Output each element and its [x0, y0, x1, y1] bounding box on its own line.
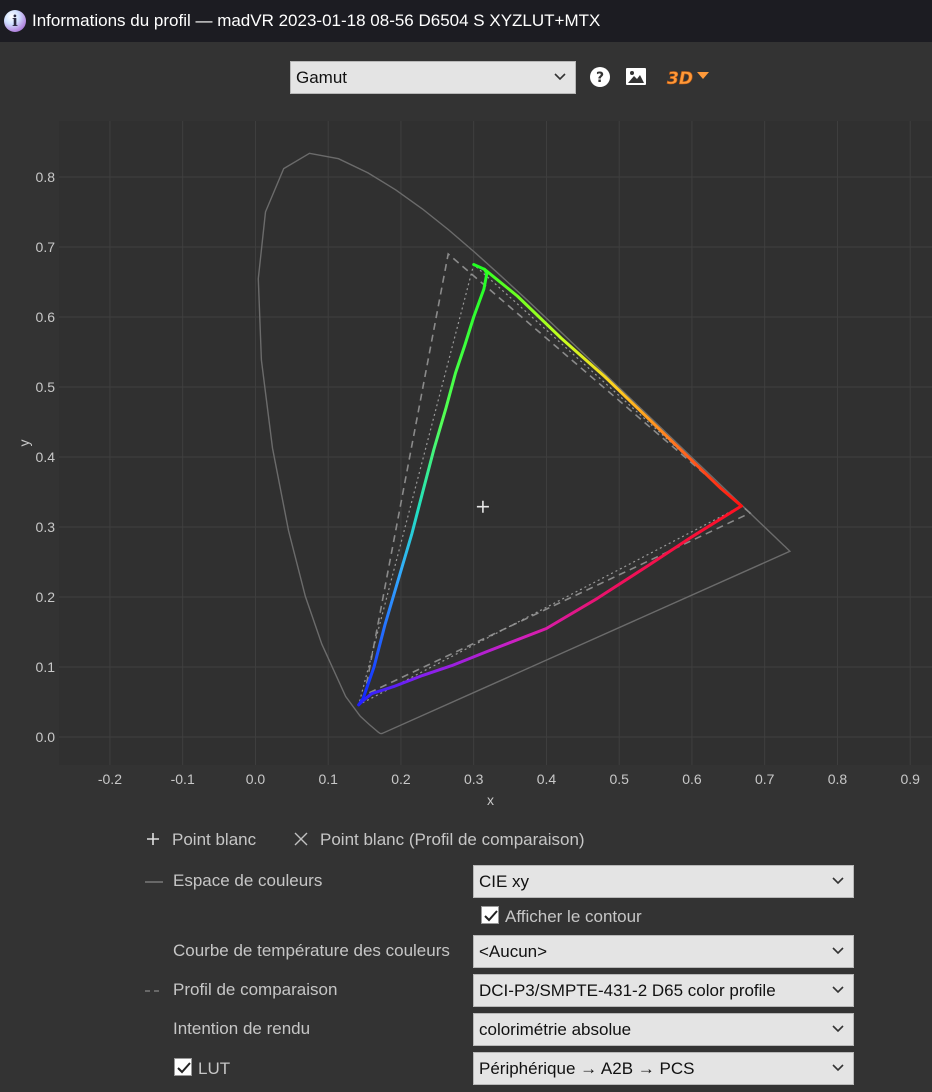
view-select-value: Gamut	[296, 67, 348, 87]
comparison-profile-select[interactable]: DCI-P3/SMPTE-431-2 D65 color profile	[473, 974, 854, 1007]
title-bar: i Informations du profil — madVR 2023-01…	[0, 0, 932, 42]
3d-view-button[interactable]: 3D	[665, 64, 715, 90]
color-space-value: CIE xy	[479, 871, 530, 891]
temperature-curve-value: <Aucun>	[479, 941, 548, 961]
plot-area	[59, 121, 932, 765]
x-axis-label: x	[487, 792, 494, 808]
dashed-line-icon	[145, 990, 163, 992]
color-space-label: Espace de couleurs	[173, 871, 323, 890]
lut-label: LUT	[198, 1059, 231, 1078]
cross-icon	[294, 832, 308, 846]
3d-icon: 3D	[667, 69, 709, 89]
y-tick-label: 0.8	[36, 169, 56, 185]
x-tick-label: -0.2	[98, 771, 122, 787]
y-axis-label: y	[16, 440, 32, 447]
plus-icon	[147, 833, 159, 845]
comparison-profile-value: DCI-P3/SMPTE-431-2 D65 color profile	[479, 980, 776, 1000]
y-tick-label: 0.5	[36, 379, 56, 395]
gamut-chart: -0.2 -0.1 0.0 0.1 0.2 0.3 0.4 0.5 0.6 0.7 0.8 0.9 0.…	[16, 121, 932, 808]
legend-white-point: Point blanc	[146, 830, 256, 850]
comparison-profile-label: Profil de comparaison	[173, 980, 338, 999]
solid-line-icon	[145, 881, 163, 883]
chevron-down-icon	[832, 946, 844, 954]
x-tick-label: 0.0	[246, 771, 266, 787]
lut-select[interactable]: Périphérique → A2B → PCS	[473, 1052, 854, 1085]
chevron-down-icon	[832, 985, 844, 993]
chevron-down-icon	[832, 1063, 844, 1071]
window-title: Informations du profil — madVR 2023-01-1…	[32, 11, 601, 30]
x-tick-label: 0.6	[682, 771, 702, 787]
x-tick-label: 0.7	[755, 771, 775, 787]
lut-value: Périphérique → A2B → PCS	[479, 1058, 695, 1078]
view-select[interactable]: Gamut	[290, 61, 576, 94]
image-icon[interactable]	[625, 67, 647, 86]
y-tick-label: 0.2	[36, 589, 56, 605]
info-icon: i	[4, 10, 26, 32]
x-tick-label: 0.9	[900, 771, 920, 787]
x-tick-label: 0.3	[464, 771, 484, 787]
dropdown-triangle-icon	[697, 72, 709, 79]
chevron-down-icon	[832, 876, 844, 884]
chevron-down-icon	[554, 72, 566, 80]
x-tick-label: -0.1	[171, 771, 195, 787]
x-tick-label: 0.1	[318, 771, 338, 787]
x-tick-label: 0.4	[537, 771, 557, 787]
temperature-curve-label: Courbe de température des couleurs	[173, 941, 450, 960]
y-tick-label: 0.0	[36, 729, 56, 745]
color-space-select[interactable]: CIE xy	[473, 865, 854, 898]
svg-text:?: ?	[596, 70, 604, 86]
rendering-intent-label: Intention de rendu	[173, 1019, 311, 1038]
lut-checkbox[interactable]	[174, 1058, 192, 1076]
x-tick-label: 0.5	[609, 771, 629, 787]
x-tick-label: 0.2	[391, 771, 411, 787]
checkmark-icon	[484, 910, 498, 922]
chevron-down-icon	[832, 1024, 844, 1032]
question-circle-icon[interactable]: ?	[589, 66, 611, 88]
checkmark-icon	[177, 1062, 191, 1074]
legend-white-point-label: Point blanc	[172, 830, 257, 849]
rendering-intent-value: colorimétrie absolue	[479, 1019, 632, 1039]
x-tick-label: 0.8	[828, 771, 848, 787]
show-outline-label: Afficher le contour	[505, 907, 642, 926]
legend-white-point-compare-label: Point blanc (Profil de comparaison)	[320, 830, 585, 849]
y-tick-label: 0.4	[36, 449, 56, 465]
y-tick-label: 0.1	[36, 659, 56, 675]
y-tick-label: 0.6	[36, 309, 56, 325]
y-tick-label: 0.3	[36, 519, 56, 535]
temperature-curve-select[interactable]: <Aucun>	[473, 935, 854, 968]
show-outline-checkbox[interactable]	[481, 906, 499, 924]
3d-label: 3D	[667, 69, 693, 89]
legend-white-point-compare: Point blanc (Profil de comparaison)	[294, 830, 585, 850]
y-tick-label: 0.7	[36, 239, 56, 255]
rendering-intent-select[interactable]: colorimétrie absolue	[473, 1013, 854, 1046]
